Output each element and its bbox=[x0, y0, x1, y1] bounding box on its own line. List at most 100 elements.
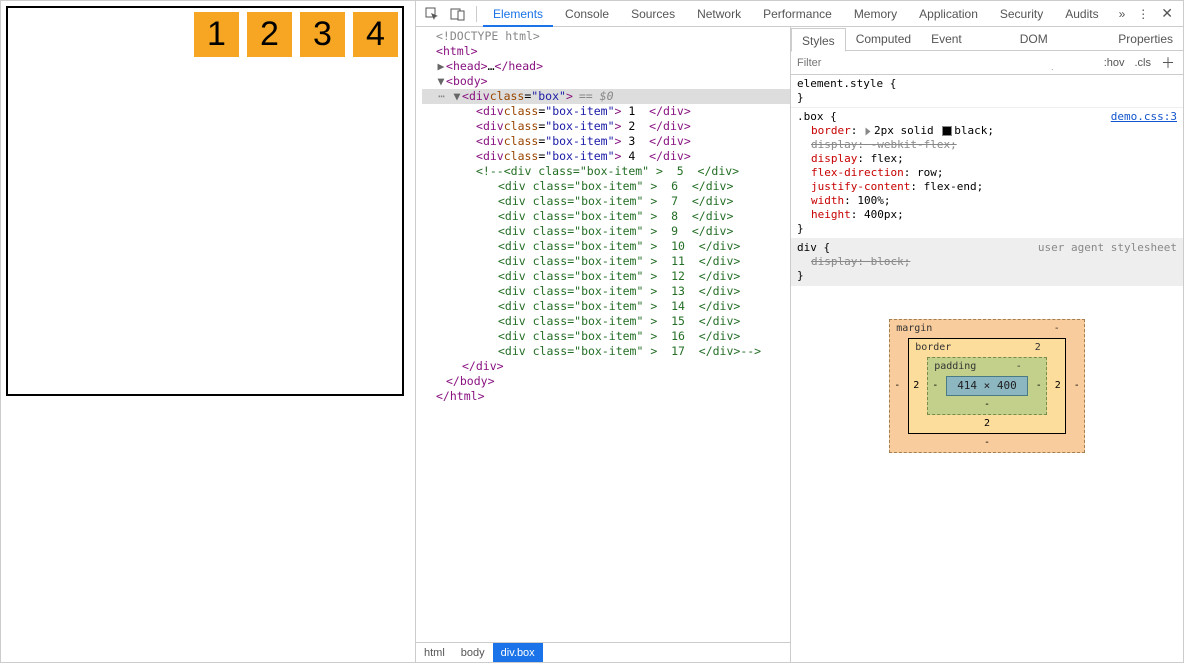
css-prop[interactable]: display: -webkit-flex; bbox=[797, 138, 1177, 152]
cls-toggle[interactable]: .cls bbox=[1135, 57, 1152, 69]
tab-application[interactable]: Application bbox=[909, 1, 988, 27]
css-prop[interactable]: display: block; bbox=[797, 255, 1177, 269]
styles-tabs: Styles Computed Event Listeners DOM Brea… bbox=[791, 27, 1183, 51]
dom-comment-item[interactable]: <div class="box-item" > 8 </div> bbox=[422, 209, 790, 224]
css-prop[interactable]: border: 2px solid black; bbox=[797, 124, 1177, 138]
margin-label: margin bbox=[896, 322, 932, 336]
preview-box: 1 2 3 4 bbox=[6, 6, 404, 396]
app-root: 1 2 3 4 Elements Console Sources Network… bbox=[0, 0, 1184, 663]
css-prop[interactable]: flex-direction: row; bbox=[797, 166, 1177, 180]
rule-source-link[interactable]: demo.css:3 bbox=[1111, 110, 1177, 124]
border-label: border bbox=[915, 341, 951, 355]
styles-panel: Styles Computed Event Listeners DOM Brea… bbox=[791, 27, 1183, 662]
styles-content: element.style { } demo.css:3 .box { bord… bbox=[791, 75, 1183, 662]
dom-box-item[interactable]: <div class="box-item"> 2 </div> bbox=[422, 119, 790, 134]
tab-security[interactable]: Security bbox=[990, 1, 1053, 27]
styles-tab-properties[interactable]: Properties bbox=[1108, 27, 1183, 51]
dom-comment-item[interactable]: <div class="box-item" > 16 </div> bbox=[422, 329, 790, 344]
box-model: margin - - - - border 2 2 2 2 bbox=[791, 286, 1183, 486]
div-close[interactable]: div bbox=[476, 359, 497, 374]
box-model-border[interactable]: border 2 2 2 2 padding - - - bbox=[908, 338, 1066, 434]
padding-left-val: - bbox=[932, 379, 938, 393]
dom-comment-item[interactable]: <div class="box-item" > 14 </div> bbox=[422, 299, 790, 314]
dom-comment-item[interactable]: <div class="box-item" > 15 </div> bbox=[422, 314, 790, 329]
padding-top-val: - bbox=[1016, 360, 1022, 374]
toggle-device-icon[interactable] bbox=[446, 4, 470, 24]
css-prop[interactable]: width: 100%; bbox=[797, 194, 1177, 208]
rule-element-style[interactable]: element.style { } bbox=[791, 75, 1183, 108]
padding-right-val: - bbox=[1036, 379, 1042, 393]
styles-filter-input[interactable] bbox=[791, 57, 1104, 69]
dom-box-item[interactable]: <div class="box-item"> 4 </div> bbox=[422, 149, 790, 164]
close-icon[interactable]: ✕ bbox=[1161, 5, 1173, 22]
tab-sources[interactable]: Sources bbox=[621, 1, 685, 27]
add-rule-icon[interactable]: ＋ bbox=[1161, 53, 1175, 73]
tab-audits[interactable]: Audits bbox=[1055, 1, 1108, 27]
dom-comment-item[interactable]: <div class="box-item" > 10 </div> bbox=[422, 239, 790, 254]
kebab-menu-icon[interactable]: ⋮ bbox=[1137, 7, 1149, 21]
dom-comment-item[interactable]: <div class="box-item" > 7 </div> bbox=[422, 194, 790, 209]
margin-bottom-val: - bbox=[984, 436, 990, 450]
padding-label: padding bbox=[934, 360, 976, 374]
preview-box-item: 1 bbox=[194, 12, 239, 57]
dom-comment-item[interactable]: <div class="box-item" > 11 </div> bbox=[422, 254, 790, 269]
styles-tab-styles[interactable]: Styles bbox=[791, 28, 846, 52]
css-prop[interactable]: height: 400px; bbox=[797, 208, 1177, 222]
head-close: head bbox=[508, 59, 536, 74]
box-model-padding[interactable]: padding - - - - 414 × 400 bbox=[927, 357, 1047, 415]
box-model-margin[interactable]: margin - - - - border 2 2 2 2 bbox=[889, 319, 1085, 453]
body-close[interactable]: body bbox=[460, 374, 488, 389]
styles-tab-eventlisteners[interactable]: Event Listeners bbox=[921, 27, 1010, 51]
dom-comment-item[interactable]: <div class="box-item" > 6 </div> bbox=[422, 179, 790, 194]
tab-console[interactable]: Console bbox=[555, 1, 619, 27]
tab-performance[interactable]: Performance bbox=[753, 1, 842, 27]
crumb-html[interactable]: html bbox=[416, 643, 453, 663]
styles-tab-computed[interactable]: Computed bbox=[846, 27, 921, 51]
css-prop[interactable]: justify-content: flex-end; bbox=[797, 180, 1177, 194]
margin-top-val: - bbox=[1054, 322, 1060, 336]
crumb-divbox[interactable]: div.box bbox=[493, 643, 543, 663]
expand-toggle[interactable]: ▼ bbox=[436, 74, 446, 89]
head-open[interactable]: head bbox=[453, 59, 481, 74]
styles-tab-dombreakpoints[interactable]: DOM Breakpoints bbox=[1010, 27, 1109, 51]
dom-box-item[interactable]: <div class="box-item"> 1 </div> bbox=[422, 104, 790, 119]
dom-tree[interactable]: <!DOCTYPE html> <html> ▶<head>…</head> ▼… bbox=[416, 27, 790, 642]
breadcrumb: html body div.box bbox=[416, 642, 790, 662]
elements-panel: <!DOCTYPE html> <html> ▶<head>…</head> ▼… bbox=[416, 27, 791, 662]
border-bottom-val: 2 bbox=[984, 417, 990, 431]
body-open[interactable]: body bbox=[453, 74, 481, 89]
crumb-body[interactable]: body bbox=[453, 643, 493, 663]
html-open[interactable]: html bbox=[443, 44, 471, 59]
styles-filter-row: :hov .cls ＋ bbox=[791, 51, 1183, 75]
rule-source-ua: user agent stylesheet bbox=[1038, 241, 1177, 255]
preview-box-item: 4 bbox=[353, 12, 398, 57]
border-left-val: 2 bbox=[913, 379, 919, 393]
dom-comment-item[interactable]: <div class="box-item" > 17 </div>--> bbox=[422, 344, 790, 359]
padding-bottom-val: - bbox=[984, 398, 990, 412]
more-tabs-icon[interactable]: » bbox=[1119, 7, 1126, 21]
devtools-body: <!DOCTYPE html> <html> ▶<head>…</head> ▼… bbox=[416, 27, 1183, 662]
dom-comment-item[interactable]: <div class="box-item" > 13 </div> bbox=[422, 284, 790, 299]
box-model-content[interactable]: 414 × 400 bbox=[946, 376, 1028, 396]
tab-memory[interactable]: Memory bbox=[844, 1, 907, 27]
rule-div-ua[interactable]: user agent stylesheet div { display: blo… bbox=[791, 239, 1183, 286]
tab-network[interactable]: Network bbox=[687, 1, 751, 27]
html-close[interactable]: html bbox=[450, 389, 478, 404]
doctype-node[interactable]: <!DOCTYPE html> bbox=[436, 29, 540, 44]
page-preview: 1 2 3 4 bbox=[1, 1, 416, 662]
dom-comment-item[interactable]: <div class="box-item" > 9 </div> bbox=[422, 224, 790, 239]
dom-comment-item[interactable]: <div class="box-item" > 12 </div> bbox=[422, 269, 790, 284]
border-top-val: 2 bbox=[1035, 341, 1041, 355]
dom-box-item[interactable]: <div class="box-item"> 3 </div> bbox=[422, 134, 790, 149]
head-ellipsis: … bbox=[488, 59, 495, 74]
expand-toggle[interactable]: ▶ bbox=[436, 59, 446, 74]
rule-box[interactable]: demo.css:3 .box { border: 2px solid blac… bbox=[791, 108, 1183, 239]
selected-dom-node[interactable]: ⋯ ▼<div class="box">== $0 bbox=[422, 89, 790, 104]
dom-comment-item[interactable]: <!--<div class="box-item" > 5 </div> bbox=[422, 164, 790, 179]
preview-box-item: 3 bbox=[300, 12, 345, 57]
css-prop[interactable]: display: flex; bbox=[797, 152, 1177, 166]
inspect-element-icon[interactable] bbox=[420, 4, 444, 24]
margin-right-val: - bbox=[1074, 379, 1080, 393]
hov-toggle[interactable]: :hov bbox=[1104, 57, 1125, 69]
tab-elements[interactable]: Elements bbox=[483, 1, 553, 27]
